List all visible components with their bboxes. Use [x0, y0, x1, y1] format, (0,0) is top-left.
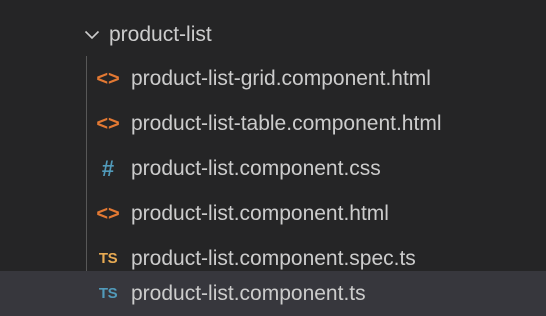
- html-file-icon: <>: [96, 202, 120, 225]
- typescript-file-icon: TS: [98, 285, 118, 302]
- file-item-product-list-grid-html[interactable]: <> product-list-grid.component.html: [0, 56, 546, 101]
- file-item-product-list-table-html[interactable]: <> product-list-table.component.html: [0, 101, 546, 146]
- file-label: product-list-table.component.html: [131, 111, 442, 135]
- html-file-icon: <>: [96, 112, 120, 135]
- file-item-product-list-css[interactable]: # product-list.component.css: [0, 146, 546, 191]
- file-label: product-list.component.html: [131, 201, 389, 225]
- file-label: product-list.component.ts: [131, 281, 366, 305]
- css-file-icon: #: [101, 155, 115, 181]
- html-file-icon: <>: [96, 67, 120, 90]
- file-label: product-list-grid.component.html: [131, 66, 431, 90]
- file-item-product-list-html[interactable]: <> product-list.component.html: [0, 191, 546, 236]
- chevron-down-icon[interactable]: [81, 24, 103, 46]
- file-item-product-list-ts[interactable]: TS product-list.component.ts: [0, 271, 546, 316]
- folder-product-list[interactable]: product-list: [0, 12, 546, 57]
- file-explorer: product-list <> product-list-grid.compon…: [0, 0, 546, 316]
- typescript-test-file-icon: TS: [98, 250, 118, 267]
- file-label: product-list.component.spec.ts: [131, 246, 416, 270]
- file-label: product-list.component.css: [131, 156, 381, 180]
- folder-label: product-list: [109, 22, 212, 46]
